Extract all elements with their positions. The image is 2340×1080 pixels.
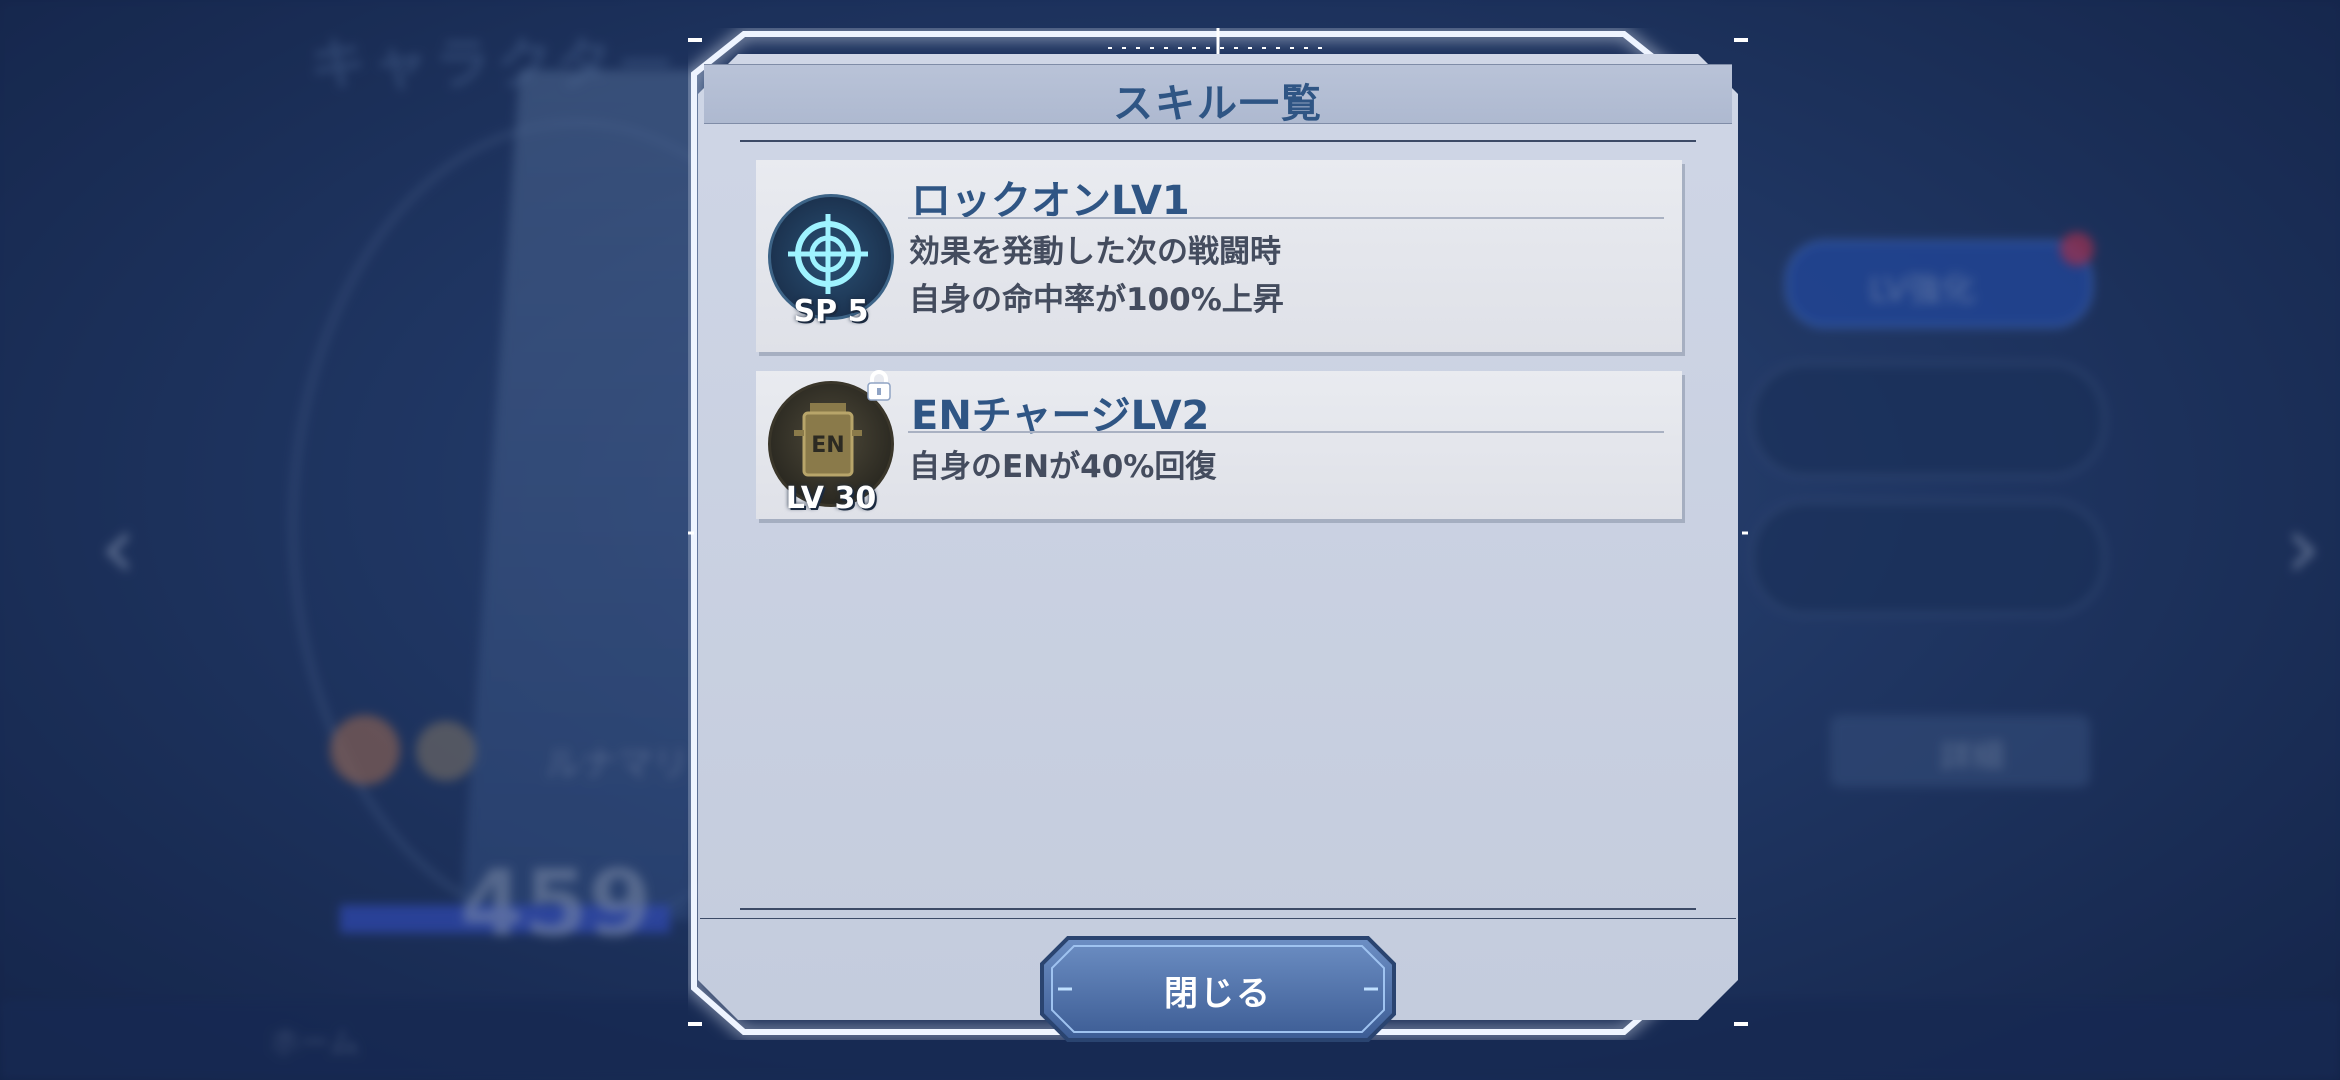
skill-desc-line-1: 効果を発動した次の戦闘時 bbox=[909, 234, 1281, 270]
bottom-divider bbox=[740, 908, 1696, 910]
top-divider bbox=[740, 140, 1696, 142]
skill-card-lockon[interactable]: SP 5 ロックオンLV1 効果を発動した次の戦闘時 自身の命中率が100%上昇 bbox=[756, 160, 1682, 352]
bottom-divider-thin bbox=[700, 918, 1736, 919]
skill-cost: SP 5 bbox=[793, 294, 869, 329]
skill-name-rule bbox=[908, 217, 1664, 219]
skill-desc-line-1: 自身のENが40%回復 bbox=[909, 449, 1217, 485]
lock-icon bbox=[867, 370, 891, 401]
skill-name-rule bbox=[908, 431, 1664, 433]
close-button-label: 閉じる bbox=[1164, 974, 1272, 1014]
close-button[interactable]: 閉じる bbox=[1038, 934, 1398, 1044]
crosshair-icon: SP 5 bbox=[768, 194, 894, 329]
modal-title: スキル一覧 bbox=[1113, 81, 1323, 127]
modal-title-bar: スキル一覧 bbox=[704, 64, 1732, 127]
skill-unlock-level: LV 30 bbox=[785, 481, 877, 516]
skill-desc-line-2: 自身の命中率が100%上昇 bbox=[909, 282, 1284, 318]
skill-list-modal: スキル一覧 SP 5 ロックオンLV1 効果を発動した次の戦闘時 自身の命中率が… bbox=[688, 28, 1748, 1042]
en-icon-text: EN bbox=[811, 433, 844, 458]
skill-card-en-charge[interactable]: EN LV 30 ENチャージLV2 自身のENが40%回復 bbox=[756, 370, 1682, 519]
